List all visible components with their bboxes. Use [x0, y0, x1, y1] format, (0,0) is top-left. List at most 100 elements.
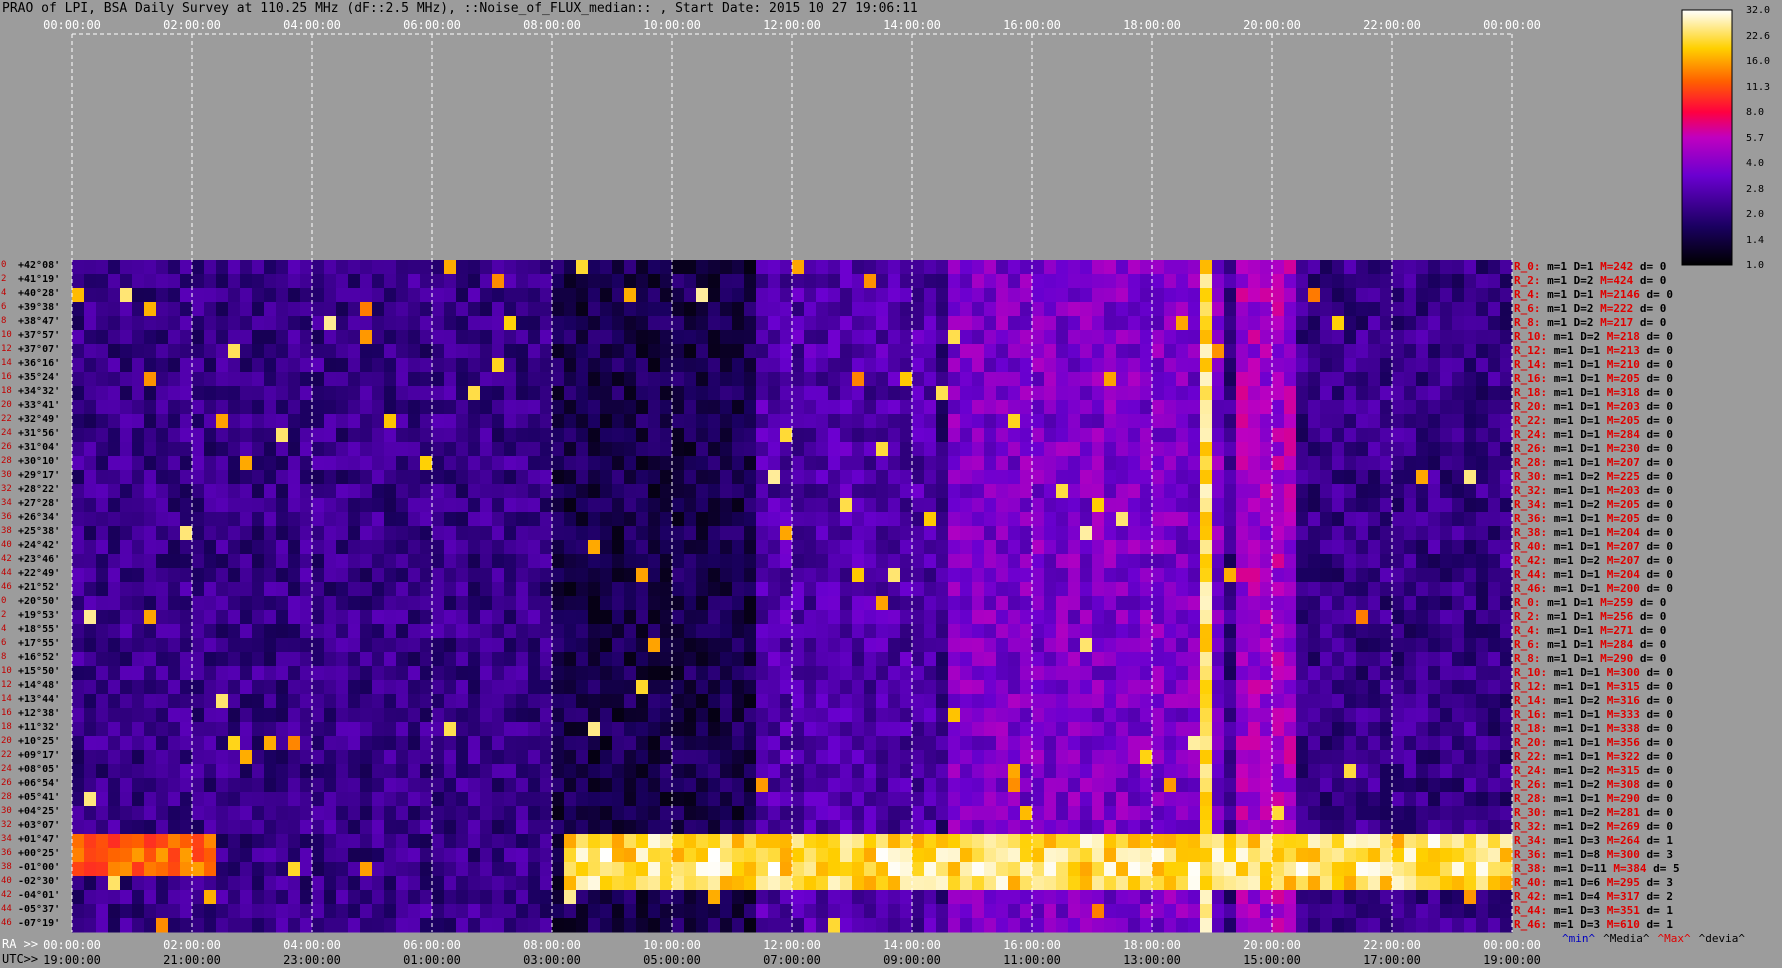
heatmap-cell — [672, 288, 685, 303]
heatmap-cell — [1416, 498, 1429, 513]
heatmap-cell — [1260, 596, 1273, 611]
heatmap-cell — [360, 470, 373, 485]
heatmap-cell — [768, 316, 781, 331]
heatmap-cell — [1212, 442, 1225, 457]
heatmap-cell — [1332, 260, 1345, 275]
heatmap-cell — [240, 414, 253, 429]
heatmap-cell — [108, 652, 121, 667]
heatmap-cell — [504, 260, 517, 275]
heatmap-cell — [336, 274, 349, 289]
heatmap-cell — [72, 344, 85, 359]
heatmap-cell — [216, 316, 229, 331]
heatmap-cell — [1356, 792, 1369, 807]
heatmap-cell — [456, 400, 469, 415]
heatmap-cell — [1092, 316, 1105, 331]
heatmap-cell — [816, 400, 829, 415]
heatmap-cell — [1116, 442, 1129, 457]
heatmap-cell — [120, 428, 133, 443]
heatmap-cell — [420, 554, 433, 569]
heatmap-cell — [720, 526, 733, 541]
heatmap-cell — [480, 260, 493, 275]
heatmap-cell — [1164, 750, 1177, 765]
heatmap-cell — [900, 414, 913, 429]
heatmap-cell — [852, 386, 865, 401]
heatmap-cell — [792, 428, 805, 443]
heatmap-cell — [1404, 568, 1417, 583]
heatmap-cell — [1200, 330, 1213, 345]
heatmap-cell — [1416, 372, 1429, 387]
heatmap-cell — [444, 316, 457, 331]
heatmap-cell — [672, 834, 685, 849]
heatmap-cell — [384, 274, 397, 289]
heatmap-cell — [1020, 456, 1033, 471]
heatmap-cell — [852, 708, 865, 723]
heatmap-cell — [1344, 344, 1357, 359]
heatmap-cell — [468, 750, 481, 765]
heatmap-cell — [1380, 456, 1393, 471]
heatmap-cell — [1056, 400, 1069, 415]
heatmap-cell — [948, 442, 961, 457]
heatmap-cell — [204, 708, 217, 723]
heatmap-cell — [420, 652, 433, 667]
heatmap-cell — [648, 288, 661, 303]
heatmap-cell — [108, 442, 121, 457]
heatmap-cell — [144, 526, 157, 541]
heatmap-cell — [480, 638, 493, 653]
heatmap-cell — [1488, 820, 1501, 835]
heatmap-cell — [684, 708, 697, 723]
heatmap-cell — [192, 708, 205, 723]
heatmap-cell — [720, 596, 733, 611]
heatmap-cell — [756, 582, 769, 597]
heatmap-cell — [612, 456, 625, 471]
heatmap-cell — [984, 414, 997, 429]
heatmap-cell — [1092, 540, 1105, 555]
heatmap-cell — [1464, 568, 1477, 583]
heatmap-cell — [600, 288, 613, 303]
heatmap-cell — [816, 792, 829, 807]
heatmap-cell — [156, 792, 169, 807]
heatmap-cell — [492, 694, 505, 709]
heatmap-cell — [660, 708, 673, 723]
heatmap-cell — [876, 344, 889, 359]
heatmap-cell — [96, 834, 109, 849]
heatmap-cell — [1368, 554, 1381, 569]
heatmap-cell — [1332, 540, 1345, 555]
heatmap-cell — [72, 540, 85, 555]
heatmap-cell — [816, 610, 829, 625]
heatmap-cell — [720, 428, 733, 443]
heatmap-cell — [1092, 288, 1105, 303]
heatmap-cell — [1128, 498, 1141, 513]
heatmap-cell — [1236, 610, 1249, 625]
heatmap-cell — [1356, 316, 1369, 331]
heatmap-cell — [360, 302, 373, 317]
heatmap-cell — [1272, 764, 1285, 779]
heatmap-cell — [768, 386, 781, 401]
heatmap-cell — [336, 316, 349, 331]
heatmap-cell — [684, 484, 697, 499]
heatmap-cell — [696, 638, 709, 653]
heatmap-cell — [504, 806, 517, 821]
heatmap-cell — [1080, 638, 1093, 653]
heatmap-cell — [1260, 806, 1273, 821]
heatmap-cell — [108, 764, 121, 779]
heatmap-cell — [1356, 484, 1369, 499]
heatmap-cell — [1296, 792, 1309, 807]
heatmap-cell — [948, 568, 961, 583]
heatmap-cell — [1296, 400, 1309, 415]
heatmap-cell — [804, 526, 817, 541]
heatmap-cell — [1200, 568, 1213, 583]
heatmap-cell — [672, 316, 685, 331]
heatmap-cell — [1428, 526, 1441, 541]
heatmap-cell — [1224, 484, 1237, 499]
heatmap-cell — [408, 470, 421, 485]
heatmap-cell — [468, 764, 481, 779]
heatmap-cell — [960, 610, 973, 625]
heatmap-cell — [1272, 736, 1285, 751]
heatmap-cell — [360, 330, 373, 345]
heatmap-cell — [1092, 526, 1105, 541]
heatmap-cell — [648, 484, 661, 499]
heatmap-cell — [1380, 428, 1393, 443]
heatmap-cell — [480, 596, 493, 611]
heatmap-cell — [1404, 498, 1417, 513]
heatmap-cell — [756, 358, 769, 373]
